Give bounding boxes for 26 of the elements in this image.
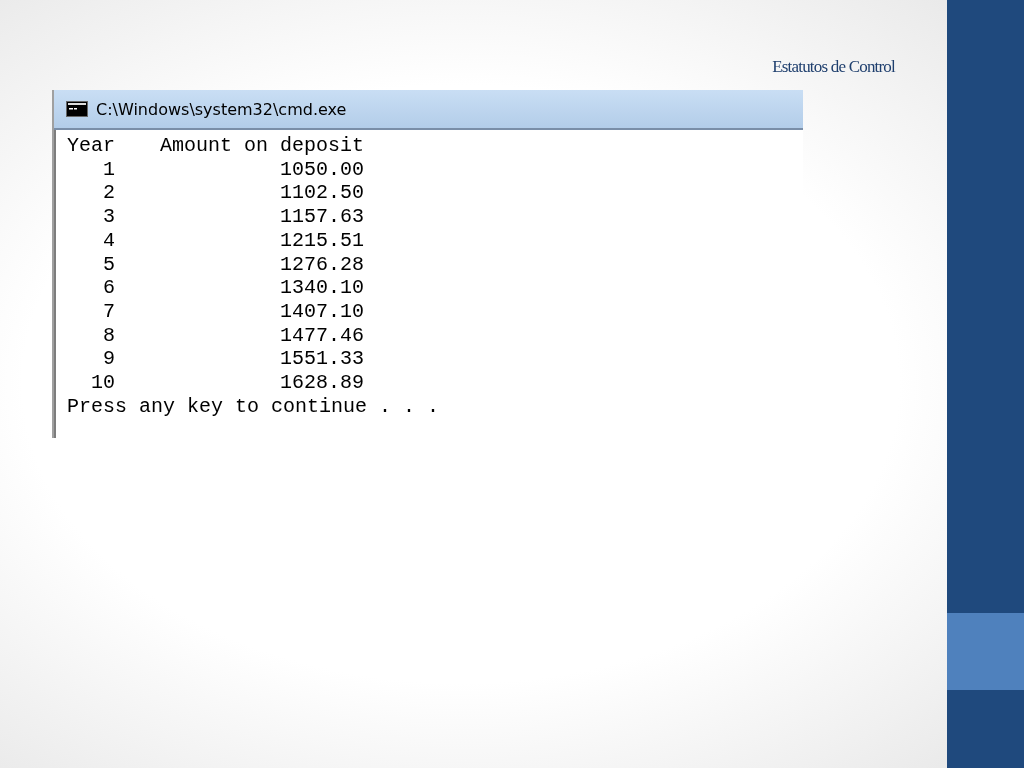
amount-cell-text: 1407.10 [279,299,364,324]
year-cell-text: 10 [90,371,115,395]
amount-cell-text: 1102.50 [279,181,364,206]
slide-title: Estatutos de Control [772,57,895,78]
year-cell-text: 5 [102,252,115,277]
year-cell-text: 9 [102,347,115,372]
year-cell-text: 7 [102,299,115,324]
console-icon [66,101,88,117]
year-cell-text: 6 [102,276,115,300]
year-cell-text: 1 [102,157,115,182]
amount-cell-text: 1157.63 [279,205,364,229]
window-title: C:\Windows\system32\cmd.exe [96,99,347,119]
year-cell-text: 3 [102,205,115,229]
amount-cell-text: 1551.33 [279,347,364,372]
amount-cell-text: 1276.28 [279,252,364,277]
amount-cell-text: 1340.10 [279,276,364,300]
amount-cell-text: 1628.89 [279,371,364,395]
year-cell-text: 2 [102,181,115,206]
column-header: Year [67,134,115,158]
column-header: Amount on deposit [158,134,364,158]
year-cell-text: 8 [102,323,115,348]
console-prompt: Press any key to continue . . . [67,394,440,419]
amount-cell-text: 1477.46 [279,323,364,348]
year-cell-text: 4 [102,228,115,253]
amount-cell-text: 1215.51 [279,228,364,253]
amount-cell-text: 1050.00 [279,157,364,182]
